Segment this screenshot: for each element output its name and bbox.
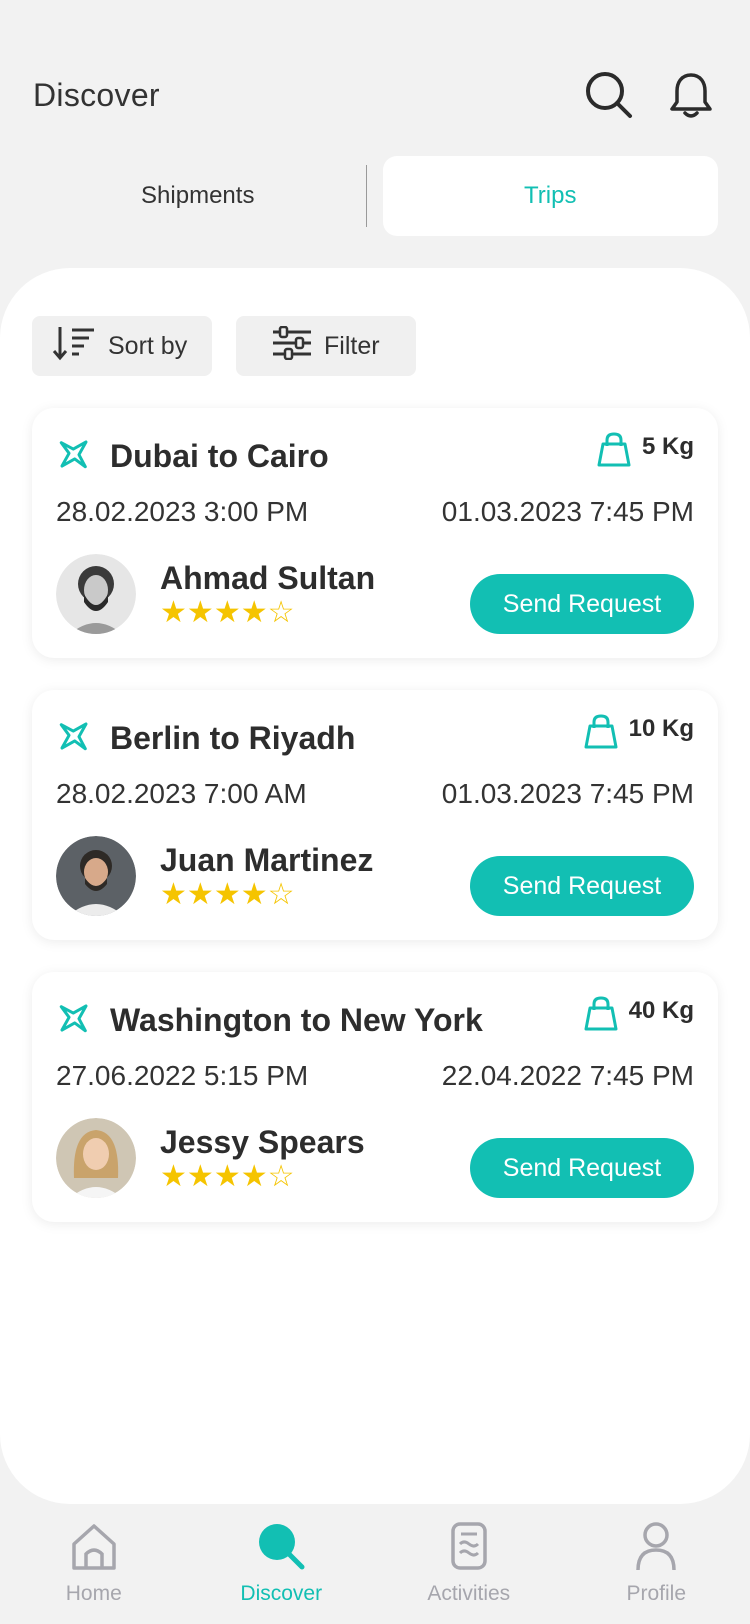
weight-info: 10 Kg [581, 713, 694, 756]
page-title: Discover [33, 76, 160, 113]
traveler-name: Ahmad Sultan [160, 560, 376, 596]
nav-item-profile[interactable]: Profile [586, 1510, 726, 1606]
filter-button[interactable]: Filter [236, 316, 416, 376]
star-empty-icon: ☆ [267, 596, 295, 629]
header-actions [580, 66, 720, 124]
segmented-control: Shipments Trips [30, 156, 718, 236]
star-filled-icon: ★ [213, 596, 241, 629]
trip-card-header: Berlin to Riyadh 10 Kg [54, 713, 694, 762]
sort-icon [52, 325, 96, 368]
nav-label-profile: Profile [626, 1582, 687, 1605]
traveler-info: Ahmad Sultan ★★★★☆ [56, 554, 375, 634]
route: Berlin to Riyadh [54, 716, 355, 761]
search-icon [255, 1520, 307, 1578]
star-filled-icon: ★ [160, 1160, 187, 1193]
departure-time: 28.02.2023 3:00 PM [56, 496, 309, 527]
weight-info: 5 Kg [594, 431, 694, 474]
star-filled-icon: ★ [186, 878, 214, 911]
bell-icon[interactable] [662, 66, 720, 124]
bag-icon [581, 713, 621, 756]
airplane-icon [54, 434, 94, 479]
weight-value: 10 Kg [628, 714, 694, 742]
avatar[interactable] [56, 554, 136, 634]
trip-dates: 27.06.2022 5:15 PM 22.04.2022 7:45 PM [56, 1060, 694, 1092]
traveler-details: Jessy Spears ★★★★☆ [160, 1123, 365, 1193]
star-filled-icon: ★ [213, 878, 241, 911]
traveler-details: Ahmad Sultan ★★★★☆ [160, 559, 375, 629]
star-filled-icon: ★ [240, 596, 268, 629]
trip-card[interactable]: Dubai to Cairo 5 Kg 28.02.2023 3:00 PM 0… [32, 408, 718, 658]
tab-shipments[interactable]: Shipments [30, 156, 366, 236]
trip-list: Dubai to Cairo 5 Kg 28.02.2023 3:00 PM 0… [32, 408, 718, 1254]
bag-icon [594, 431, 634, 474]
traveler-details: Juan Martinez ★★★★☆ [160, 841, 373, 911]
avatar[interactable] [56, 836, 136, 916]
trip-card-header: Dubai to Cairo 5 Kg [54, 431, 694, 480]
trip-card[interactable]: Berlin to Riyadh 10 Kg 28.02.2023 7:00 A… [32, 690, 718, 940]
nav-item-activities[interactable]: Activities [399, 1510, 539, 1606]
arrival-time: 01.03.2023 7:45 PM [441, 496, 694, 527]
trip-dates: 28.02.2023 3:00 PM 01.03.2023 7:45 PM [56, 496, 694, 528]
star-filled-icon: ★ [240, 878, 268, 911]
nav-label-discover: Discover [240, 1582, 323, 1605]
content-sheet: Sort by Filter Dubai to Cairo 5 Kg 28.02… [0, 268, 750, 1504]
trip-dates: 28.02.2023 7:00 AM 01.03.2023 7:45 PM [56, 778, 694, 810]
segment-divider [365, 165, 367, 227]
nav-item-home[interactable]: Home [24, 1510, 164, 1606]
traveler-name: Jessy Spears [160, 1124, 365, 1160]
route-title: Washington to New York [110, 1001, 483, 1038]
route-title: Dubai to Cairo [110, 437, 329, 474]
weight-value: 40 Kg [628, 996, 694, 1024]
weight-info: 40 Kg [581, 995, 694, 1038]
route: Washington to New York [54, 998, 483, 1043]
filter-icon [272, 325, 312, 367]
bag-icon [581, 995, 621, 1038]
toolbar: Sort by Filter [32, 316, 416, 376]
traveler-info: Juan Martinez ★★★★☆ [56, 836, 373, 916]
arrival-time: 22.04.2022 7:45 PM [441, 1060, 694, 1091]
star-filled-icon: ★ [240, 1160, 268, 1193]
tab-trips[interactable]: Trips [382, 156, 718, 236]
document-icon [443, 1520, 495, 1578]
star-empty-icon: ☆ [267, 878, 295, 911]
star-empty-icon: ☆ [267, 1160, 295, 1193]
rating-stars: ★★★★☆ [160, 597, 375, 629]
app-header: Discover [33, 60, 720, 130]
star-filled-icon: ★ [160, 596, 187, 629]
star-filled-icon: ★ [160, 878, 187, 911]
arrival-time: 01.03.2023 7:45 PM [441, 778, 694, 809]
route: Dubai to Cairo [54, 434, 329, 479]
avatar[interactable] [56, 1118, 136, 1198]
nav-label-home: Home [65, 1582, 122, 1605]
nav-item-discover[interactable]: Discover [211, 1510, 351, 1606]
star-filled-icon: ★ [213, 1160, 241, 1193]
traveler-info: Jessy Spears ★★★★☆ [56, 1118, 365, 1198]
filter-label: Filter [324, 331, 380, 360]
traveler-name: Juan Martinez [160, 842, 374, 878]
send-request-button[interactable]: Send Request [470, 574, 694, 634]
airplane-icon [54, 998, 94, 1043]
star-filled-icon: ★ [186, 596, 214, 629]
send-request-button[interactable]: Send Request [470, 1138, 694, 1198]
rating-stars: ★★★★☆ [160, 1161, 365, 1193]
home-icon [68, 1520, 120, 1578]
departure-time: 28.02.2023 7:00 AM [56, 778, 307, 809]
send-request-button[interactable]: Send Request [470, 856, 694, 916]
user-icon [630, 1520, 682, 1578]
airplane-icon [54, 716, 94, 761]
bottom-navigation: Home Discover Activities Profile [0, 1510, 750, 1624]
rating-stars: ★★★★☆ [160, 879, 373, 911]
weight-value: 5 Kg [641, 432, 694, 460]
sort-label: Sort by [108, 331, 188, 360]
search-icon[interactable] [580, 66, 638, 124]
trip-card-header: Washington to New York 40 Kg [54, 995, 694, 1044]
sort-button[interactable]: Sort by [32, 316, 212, 376]
nav-label-activities: Activities [427, 1582, 511, 1605]
route-title: Berlin to Riyadh [110, 719, 356, 756]
departure-time: 27.06.2022 5:15 PM [56, 1060, 309, 1091]
trip-card[interactable]: Washington to New York 40 Kg 27.06.2022 … [32, 972, 718, 1222]
star-filled-icon: ★ [186, 1160, 214, 1193]
